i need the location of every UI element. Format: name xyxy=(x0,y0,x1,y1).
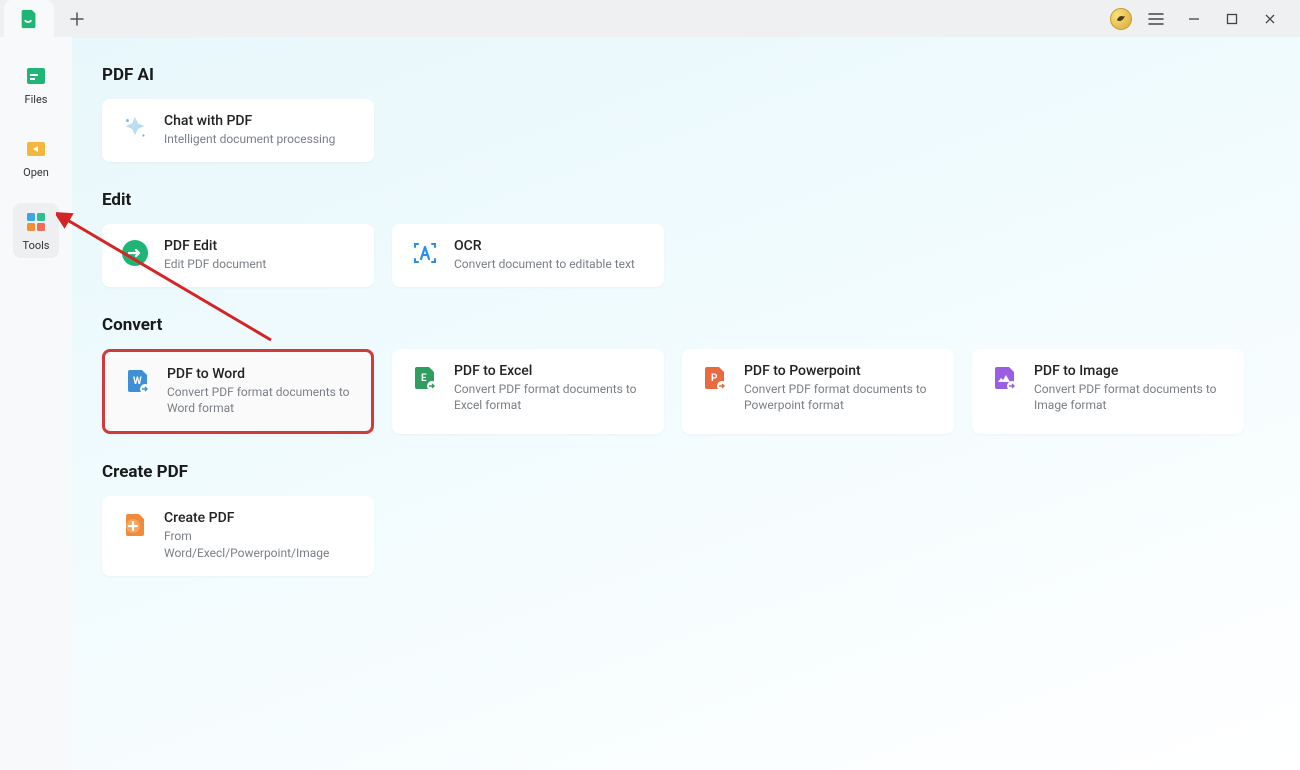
card-pdf-edit[interactable]: PDF Edit Edit PDF document xyxy=(102,224,374,287)
card-title: PDF to Excel xyxy=(454,363,646,379)
section-title: Create PDF xyxy=(102,462,1270,482)
sidebar-item-open[interactable]: Open xyxy=(13,130,59,185)
user-avatar[interactable] xyxy=(1110,8,1132,30)
pdf-edit-icon xyxy=(120,238,150,268)
minimize-icon xyxy=(1187,12,1201,26)
close-button[interactable] xyxy=(1256,5,1284,33)
sidebar: Files Open Tools xyxy=(0,37,72,770)
section-pdf-ai: PDF AI Chat with PDF Intelligent documen… xyxy=(102,65,1270,162)
svg-text:P: P xyxy=(711,373,718,384)
ocr-icon xyxy=(410,238,440,268)
image-file-icon xyxy=(990,363,1020,393)
sidebar-item-files[interactable]: Files xyxy=(13,57,59,112)
main-content: PDF AI Chat with PDF Intelligent documen… xyxy=(72,37,1300,770)
card-title: PDF to Word xyxy=(167,366,353,382)
menu-button[interactable] xyxy=(1142,5,1170,33)
close-icon xyxy=(1264,13,1276,25)
card-pdf-to-excel[interactable]: E PDF to Excel Convert PDF format docume… xyxy=(392,349,664,435)
card-title: Chat with PDF xyxy=(164,113,335,129)
sidebar-label: Files xyxy=(25,93,48,106)
card-title: PDF to Image xyxy=(1034,363,1226,379)
app-home-tab[interactable] xyxy=(4,0,54,37)
section-title: Edit xyxy=(102,190,1270,210)
window-controls xyxy=(1110,5,1300,33)
svg-text:W: W xyxy=(133,376,142,387)
word-file-icon: W xyxy=(123,366,153,396)
files-icon xyxy=(23,63,49,89)
card-title: PDF Edit xyxy=(164,238,266,254)
maximize-button[interactable] xyxy=(1218,5,1246,33)
ai-chat-icon xyxy=(120,113,150,143)
card-desc: Intelligent document processing xyxy=(164,131,335,148)
section-title: Convert xyxy=(102,315,1270,335)
create-pdf-icon xyxy=(120,510,150,540)
new-tab-button[interactable] xyxy=(62,4,92,34)
card-pdf-to-word[interactable]: W PDF to Word Convert PDF format documen… xyxy=(102,349,374,435)
tools-icon xyxy=(23,209,49,235)
svg-text:E: E xyxy=(421,373,427,384)
card-desc: From Word/Execl/Powerpoint/Image xyxy=(164,528,356,562)
section-edit: Edit PDF Edit Edit PDF document xyxy=(102,190,1270,287)
app-logo-icon xyxy=(16,6,42,32)
powerpoint-file-icon: P xyxy=(700,363,730,393)
card-title: PDF to Powerpoint xyxy=(744,363,936,379)
card-pdf-to-powerpoint[interactable]: P PDF to Powerpoint Convert PDF format d… xyxy=(682,349,954,435)
bird-icon xyxy=(1115,13,1127,25)
card-desc: Convert document to editable text xyxy=(454,256,635,273)
maximize-icon xyxy=(1226,13,1238,25)
card-desc: Edit PDF document xyxy=(164,256,266,273)
minimize-button[interactable] xyxy=(1180,5,1208,33)
tab-area xyxy=(0,0,92,37)
open-icon xyxy=(23,136,49,162)
card-desc: Convert PDF format documents to Word for… xyxy=(167,384,353,418)
card-create-pdf[interactable]: Create PDF From Word/Execl/Powerpoint/Im… xyxy=(102,496,374,576)
card-desc: Convert PDF format documents to Excel fo… xyxy=(454,381,646,415)
card-title: Create PDF xyxy=(164,510,356,526)
card-pdf-to-image[interactable]: PDF to Image Convert PDF format document… xyxy=(972,349,1244,435)
sidebar-item-tools[interactable]: Tools xyxy=(13,203,59,258)
sidebar-label: Tools xyxy=(23,239,50,252)
section-title: PDF AI xyxy=(102,65,1270,85)
card-desc: Convert PDF format documents to Powerpoi… xyxy=(744,381,936,415)
sidebar-label: Open xyxy=(23,166,49,179)
card-chat-with-pdf[interactable]: Chat with PDF Intelligent document proce… xyxy=(102,99,374,162)
section-create-pdf: Create PDF Create PDF From Word/Execl/Po… xyxy=(102,462,1270,576)
card-title: OCR xyxy=(454,238,635,254)
excel-file-icon: E xyxy=(410,363,440,393)
plus-icon xyxy=(70,12,84,26)
hamburger-icon xyxy=(1148,12,1164,26)
card-ocr[interactable]: OCR Convert document to editable text xyxy=(392,224,664,287)
section-convert: Convert W PDF to Word Convert PDF format… xyxy=(102,315,1270,435)
titlebar xyxy=(0,0,1300,37)
card-desc: Convert PDF format documents to Image fo… xyxy=(1034,381,1226,415)
